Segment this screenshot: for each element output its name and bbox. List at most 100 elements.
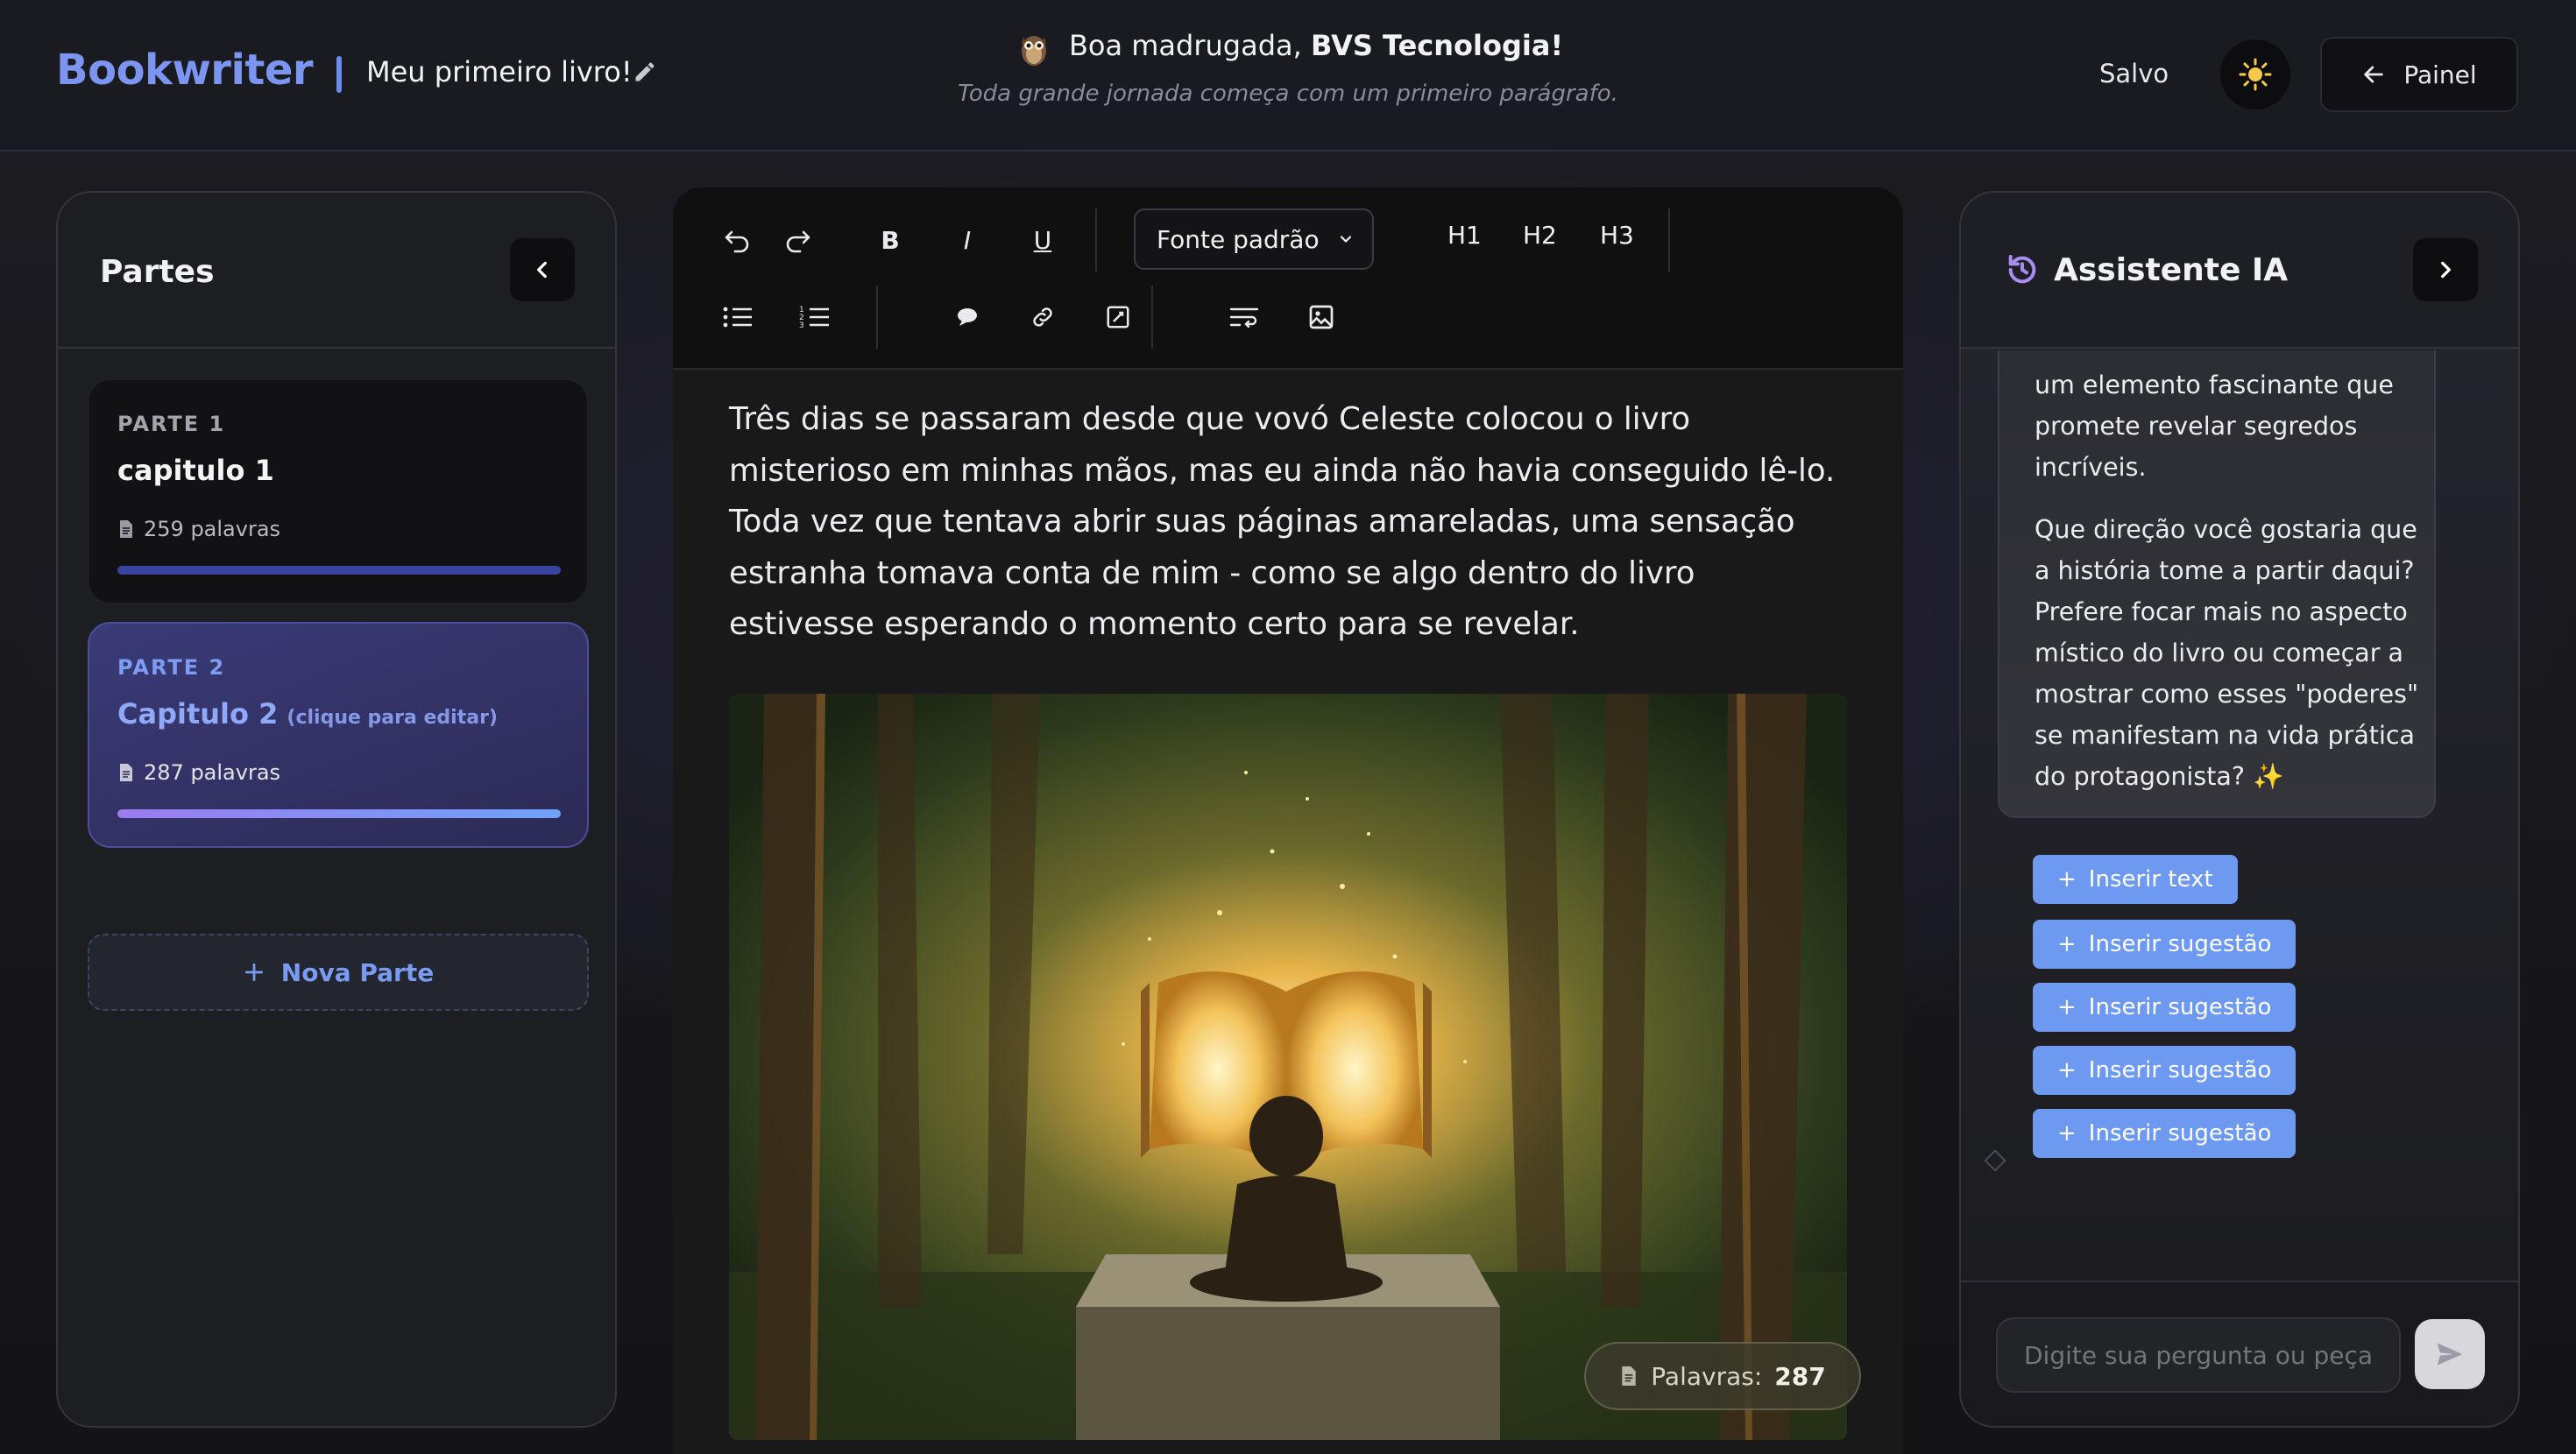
tagline: Toda grande jornada começa com um primei… xyxy=(958,81,1618,107)
chevron-right-icon xyxy=(2441,261,2451,279)
heading-3-button[interactable]: H3 xyxy=(1600,221,1634,250)
part-word-count: 287 palavras xyxy=(117,760,280,785)
link-icon xyxy=(1033,307,1052,327)
plus-icon: + xyxy=(2057,1120,2077,1147)
part-card-1[interactable]: PARTE 1 capitulo 1 259 palavras xyxy=(88,378,589,604)
undo-button[interactable] xyxy=(711,214,764,266)
panel-button-label: Painel xyxy=(2403,60,2477,89)
arrow-left-icon xyxy=(2364,66,2384,83)
editor-paragraph[interactable]: Três dias se passaram desde que vovó Cel… xyxy=(729,394,1842,651)
redo-icon xyxy=(786,230,810,253)
collapse-assistant-button[interactable] xyxy=(2413,238,2478,301)
insert-button-label: Inserir sugestão xyxy=(2088,994,2272,1020)
send-button[interactable] xyxy=(2415,1319,2485,1389)
theme-toggle-button[interactable] xyxy=(2220,39,2290,109)
new-part-label: Nova Parte xyxy=(280,957,435,987)
quote-button[interactable] xyxy=(941,291,994,343)
image-icon xyxy=(1309,305,1334,329)
font-select-value: Fonte padrão xyxy=(1157,224,1320,254)
insert-suggestion-button[interactable]: + Inserir sugestão xyxy=(2033,1109,2296,1158)
ai-assistant-panel: Assistente IA um elemento fascinante que… xyxy=(1959,191,2520,1428)
collapse-sidebar-button[interactable] xyxy=(510,238,575,301)
heading-1-button[interactable]: H1 xyxy=(1447,221,1482,250)
insert-suggestion-button[interactable]: + Inserir sugestão xyxy=(2033,1046,2296,1095)
assistant-message-part-1: um elemento fascinante que promete revel… xyxy=(2035,371,2394,482)
chat-input[interactable] xyxy=(1996,1317,2401,1393)
svg-text:3: 3 xyxy=(799,321,804,330)
plus-icon: + xyxy=(2057,1057,2077,1083)
document-icon xyxy=(120,764,132,781)
link-button[interactable] xyxy=(1016,291,1069,343)
parts-title: Partes xyxy=(100,254,215,290)
assistant-message-text: um elemento fascinante que promete revel… xyxy=(2035,364,2420,797)
brand-logo[interactable]: Bookwriter xyxy=(56,46,314,95)
assistant-message: um elemento fascinante que promete revel… xyxy=(1998,350,2436,818)
word-count-label: Palavras: xyxy=(1651,1361,1763,1391)
part-progress-bar xyxy=(117,566,561,575)
part-word-count-text: 259 palavras xyxy=(144,517,281,541)
editor-panel: B I U Fonte padrão H1 H2 H3 123 Três dia… xyxy=(673,187,1903,1454)
part-progress-bar xyxy=(117,809,561,818)
greeting: Boa madrugada, BVS Tecnologia! Toda gran… xyxy=(946,26,1630,107)
part-label: PARTE 2 xyxy=(117,655,226,680)
insert-suggestion-button[interactable]: + Inserir sugestão xyxy=(2033,920,2296,969)
part-card-2[interactable]: PARTE 2 Capitulo 2 (clique para editar) 2… xyxy=(88,622,589,848)
greeting-name: BVS Tecnologia! xyxy=(1310,29,1564,62)
heading-2-button[interactable]: H2 xyxy=(1523,221,1557,250)
bullet-list-icon xyxy=(723,307,752,328)
image-placeholder-button[interactable] xyxy=(1092,291,1144,343)
part-word-count: 259 palavras xyxy=(117,517,280,541)
plus-icon: + xyxy=(2057,931,2077,957)
parts-sidebar: Partes PARTE 1 capitulo 1 259 palavras P… xyxy=(56,191,617,1428)
new-part-button[interactable]: Nova Parte xyxy=(88,934,589,1011)
chat-input-area xyxy=(1961,1281,2518,1426)
part-edit-hint: (clique para editar) xyxy=(287,707,498,729)
brand-divider xyxy=(336,56,342,93)
panel-button[interactable]: Painel xyxy=(2320,37,2518,112)
part-word-count-text: 287 palavras xyxy=(144,760,281,785)
insert-button-label: Inserir sugestão xyxy=(2088,931,2272,957)
sun-icon xyxy=(2239,58,2272,91)
insert-text-button[interactable]: + Inserir text xyxy=(2033,855,2238,904)
redo-button[interactable] xyxy=(771,214,824,266)
numbered-list-button[interactable]: 123 xyxy=(789,291,841,343)
story-illustration xyxy=(729,694,1847,1440)
part-label: PARTE 1 xyxy=(117,412,226,436)
font-family-select[interactable]: Fonte padrão xyxy=(1134,208,1374,270)
owl-icon xyxy=(1021,36,1046,66)
ai-assistant-title: Assistente IA xyxy=(2054,252,2289,288)
top-header: Bookwriter Meu primeiro livro! Boa madru… xyxy=(0,0,2576,152)
part-title-text: Capitulo 2 xyxy=(117,697,279,731)
speech-bubble-icon xyxy=(958,308,977,326)
pencil-icon[interactable] xyxy=(633,60,657,84)
plus-icon: + xyxy=(2057,994,2077,1020)
chevron-left-icon xyxy=(537,261,547,279)
chevron-down-icon xyxy=(1340,236,1352,244)
toolbar-divider xyxy=(1668,208,1670,272)
insert-button-label: Inserir sugestão xyxy=(2088,1120,2272,1147)
undo-icon xyxy=(725,230,749,253)
parts-sidebar-header: Partes xyxy=(58,193,615,349)
bullet-list-button[interactable] xyxy=(711,291,764,343)
scroll-marker xyxy=(1984,1149,2006,1172)
history-icon xyxy=(2008,255,2036,284)
word-count-value: 287 xyxy=(1774,1361,1826,1391)
numbered-list-icon: 123 xyxy=(799,306,829,330)
document-icon xyxy=(120,520,132,538)
assistant-message-part-2: Que direção você gostaria que a história… xyxy=(2035,515,2419,791)
italic-button[interactable]: I xyxy=(941,214,994,266)
plus-icon xyxy=(244,963,263,982)
ai-assistant-header: Assistente IA xyxy=(1961,193,2518,349)
underline-button[interactable]: U xyxy=(1016,214,1069,266)
insert-image-button[interactable] xyxy=(1295,291,1348,343)
text-wrap-button[interactable] xyxy=(1218,291,1270,343)
part-title: capitulo 1 xyxy=(117,454,274,487)
document-icon xyxy=(1622,1366,1636,1386)
book-title[interactable]: Meu primeiro livro! xyxy=(366,55,633,88)
part-title-text: capitulo 1 xyxy=(117,454,274,487)
plus-icon: + xyxy=(2057,866,2077,893)
part-title: Capitulo 2 (clique para editar) xyxy=(117,697,498,731)
word-count-badge: Palavras: 287 xyxy=(1584,1342,1861,1410)
insert-suggestion-button[interactable]: + Inserir sugestão xyxy=(2033,983,2296,1032)
bold-button[interactable]: B xyxy=(864,214,916,266)
